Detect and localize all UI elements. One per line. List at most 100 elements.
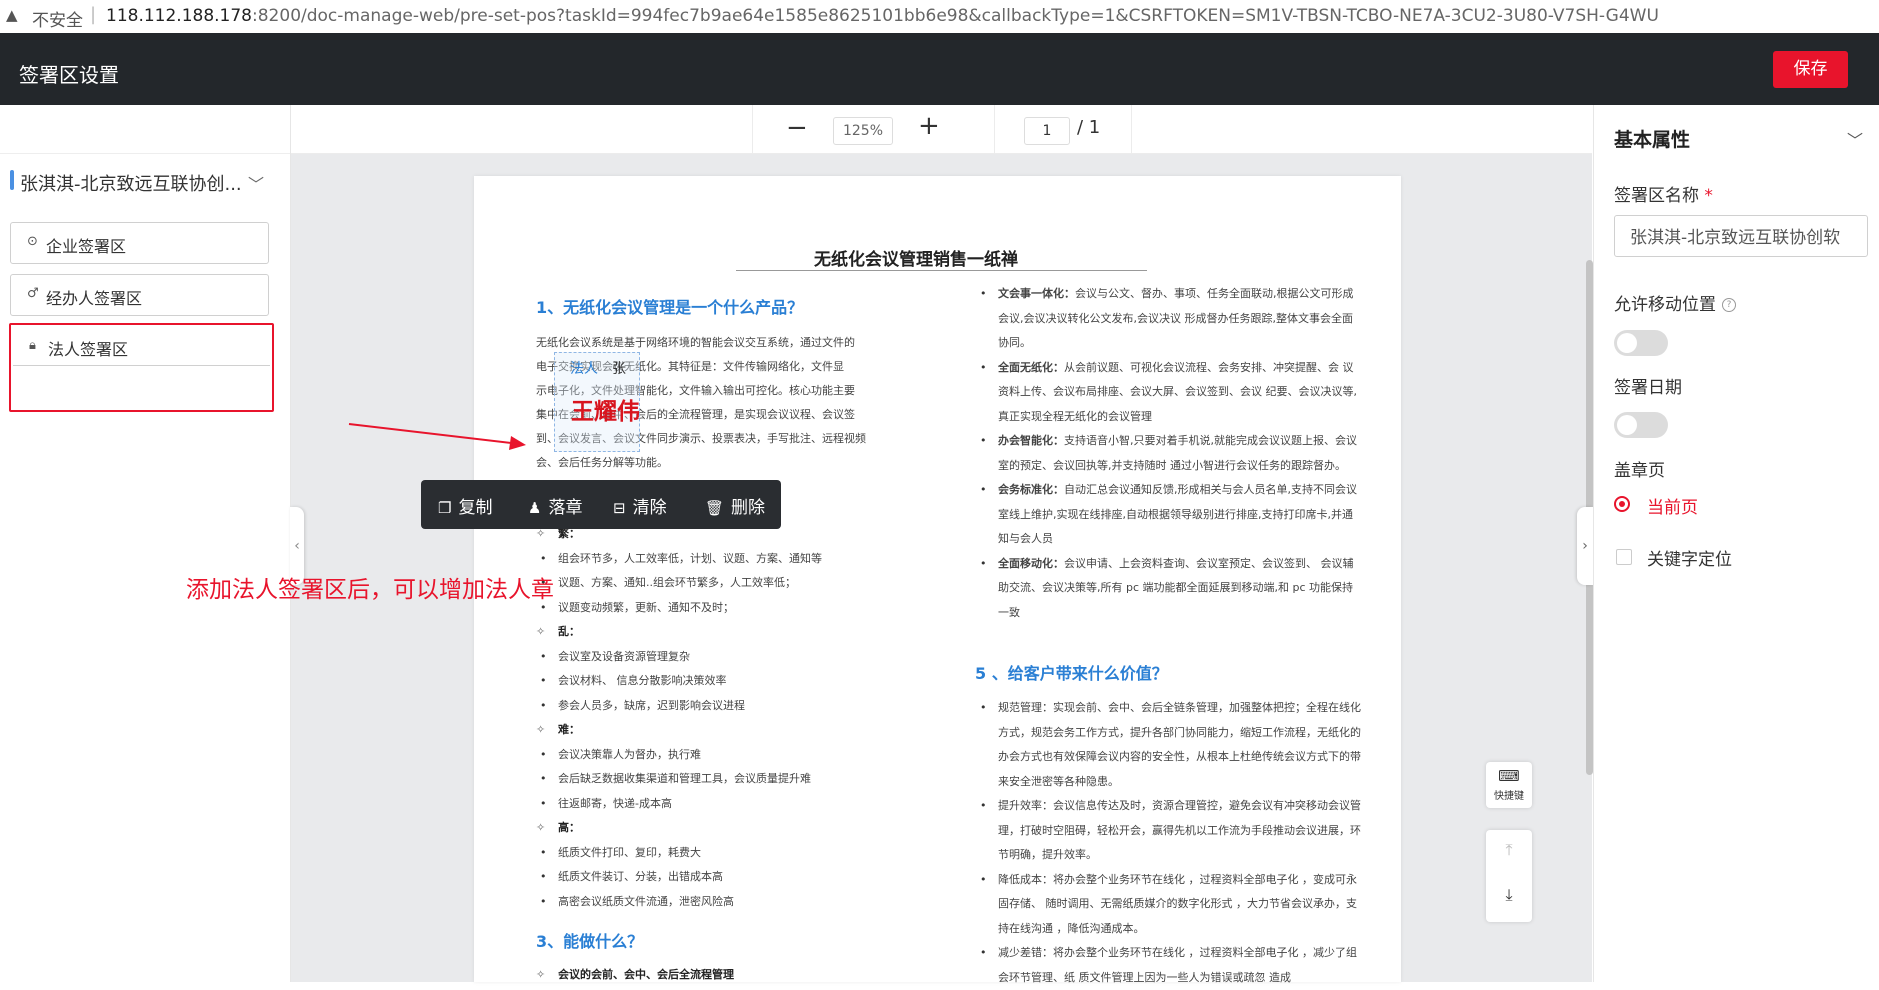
sign-date-toggle[interactable]	[1614, 412, 1668, 438]
list-item: 减少差错：将办会整个业务环节在线化 ，过程资料全部电子化 ，减少了组会环节管理、…	[976, 941, 1361, 990]
security-label: 不安全	[32, 11, 83, 31]
list-item: 高密会议纸质文件流通，泄密风险高	[536, 890, 916, 915]
list-item: 会议决策靠人为督办，执行难	[536, 743, 916, 768]
list-item: 降低成本：将办会整个业务环节在线化 ，过程资料全部电子化 ，变成可永固存储、 随…	[976, 868, 1361, 942]
annotation-text: 添加法人签署区后，可以增加法人章	[186, 577, 554, 603]
list-item-bold: 文会事一体化：	[998, 287, 1075, 300]
chevron-down-icon[interactable]: ﹀	[1847, 127, 1863, 151]
divider	[752, 105, 753, 153]
signature-area-label: 法人张	[570, 358, 626, 378]
scroll-bottom-icon[interactable]: ⤓	[1486, 885, 1532, 905]
zoom-level-input[interactable]: 125%	[833, 117, 893, 145]
list-item: 会后缺乏数据收集渠道和管理工具，会议质量提升难	[536, 767, 916, 792]
list-item: 往返邮寄，快递-成本高	[536, 792, 916, 817]
floating-tools: ⌨ 快捷键 ⤒ ⤓	[1486, 762, 1532, 924]
sign-area-name-field[interactable]	[1614, 215, 1868, 257]
shortcut-button[interactable]: ⌨ 快捷键	[1486, 762, 1532, 808]
clear-button[interactable]: ⊟ 清除	[613, 493, 667, 518]
viewer-toolbar: − 125% + 1 / 1	[291, 105, 1592, 154]
document-title: 无纸化会议管理销售一纸禅	[814, 250, 1018, 270]
help-icon[interactable]: ?	[1722, 298, 1736, 312]
divider	[994, 105, 995, 153]
page-title: 签署区设置	[19, 63, 119, 87]
list-item-text: 高密会议纸质文件流通，泄密风险高	[558, 894, 734, 908]
stamp-icon: ♟	[528, 499, 542, 517]
zoom-in-button[interactable]: +	[918, 111, 940, 141]
required-mark: *	[1704, 186, 1713, 206]
accent-bar	[10, 170, 14, 190]
list-item-text: 降低成本：将办会整个业务环节在线化 ，过程资料全部电子化 ，变成可永固存储、 随…	[998, 872, 1357, 935]
save-button[interactable]: 保存	[1773, 51, 1848, 88]
scroll-top-icon[interactable]: ⤒	[1486, 840, 1532, 860]
list-item: 参会人员多，缺席，迟到影响会议进程	[536, 694, 916, 719]
legal-sign-area-button[interactable]: 🔒︎ 法人签署区	[13, 329, 270, 366]
intro-line: 会、会后任务分解等功能。	[536, 456, 668, 469]
list-item-bold: 全面移动化：	[998, 556, 1064, 570]
properties-panel: 基本属性 ﹀ 签署区名称 * 允许移动位置? 签署日期 盖章页 当前页 关键字定…	[1593, 105, 1879, 982]
legal-sign-area-label: 法人签署区	[48, 340, 129, 359]
list-item-text: 往返邮寄，快递-成本高	[558, 796, 672, 810]
allow-move-label: 允许移动位置?	[1614, 290, 1736, 315]
document-select[interactable]: 张淇淇-北京致远互联协创... ﹀	[8, 165, 276, 197]
sign-area-name-text: 签署区名称	[1614, 186, 1699, 206]
collapse-right-panel-button[interactable]: ›	[1577, 507, 1593, 585]
copy-button[interactable]: ❐ 复制	[438, 493, 492, 518]
sign-area-name-input[interactable]	[1615, 216, 1867, 254]
signature-context-menu: ❐ 复制 ♟ 落章 ⊟ 清除 🗑︎ 删除	[421, 480, 781, 529]
stamp-page-label: 盖章页	[1614, 461, 1665, 481]
enterprise-sign-area-label: 企业签署区	[46, 237, 127, 256]
list-item: 全面无纸化：从会前议题、可视化会议流程、会务安排、冲突提醒、会 议资料上传、会议…	[976, 356, 1361, 430]
list-item-text: 议题、方案、通知..组会环节繁多，人工效率低；	[558, 576, 796, 589]
page-nav: ⤒ ⤓	[1486, 830, 1532, 922]
annotation-arrow	[348, 423, 526, 450]
list-item-text: 议题变动频繁，更新、通知不及时；	[558, 600, 734, 614]
divider	[0, 153, 290, 154]
list-item-text: 会议材料、 信息分散影响决策效率	[558, 674, 727, 687]
list-item-text: 会议决策靠人为督办，执行难	[558, 747, 701, 761]
handler-sign-area-button[interactable]: ♂ 经办人签署区	[10, 274, 269, 316]
page-number-input[interactable]: 1	[1024, 117, 1070, 145]
copy-label: 复制	[458, 498, 493, 518]
seal-icon: ⊙	[27, 234, 38, 249]
person-icon: ♂	[27, 286, 39, 301]
zoom-out-button[interactable]: −	[786, 113, 808, 143]
list-item-text: 规范管理：实现会前、会中、会后全链条管理，加强整体把控；全程在线化方式，规范会务…	[998, 701, 1361, 788]
browser-address-bar[interactable]: ▲ 不安全 | 118.112.188.178:8200/doc-manage-…	[0, 0, 1879, 34]
toggle-knob	[1617, 333, 1637, 353]
list-item: 提升效率：会议信息传达及时，资源合理管控，避免会议有冲突移动会议管理，打破时空阻…	[976, 794, 1361, 868]
allow-move-toggle[interactable]	[1614, 330, 1668, 356]
list-item-text: 纸质文件装订、分装，出错成本高	[558, 870, 723, 883]
address-separator: |	[90, 4, 97, 25]
page-total: / 1	[1077, 117, 1101, 138]
list-item: 规范管理：实现会前、会中、会后全链条管理，加强整体把控；全程在线化方式，规范会务…	[976, 696, 1361, 794]
list-item: 议题、方案、通知..组会环节繁多，人工效率低；	[536, 571, 916, 596]
keyboard-icon: ⌨	[1498, 767, 1520, 785]
url-text[interactable]: 118.112.188.178:8200/doc-manage-web/pre-…	[106, 6, 1659, 26]
section-title: 基本属性	[1614, 129, 1691, 151]
list-item-text: 减少差错：将办会整个业务环节在线化 ，过程资料全部电子化 ，减少了组会环节管理、…	[998, 946, 1357, 984]
trash-icon: 🗑︎	[705, 499, 725, 517]
enterprise-sign-area-button[interactable]: ⊙ 企业签署区	[10, 222, 269, 264]
legal-person-seal[interactable]: 王耀伟	[571, 392, 640, 426]
handler-sign-area-label: 经办人签署区	[46, 289, 143, 308]
current-page-radio[interactable]	[1614, 496, 1630, 512]
list-item: 议题变动频繁，更新、通知不及时；	[536, 596, 916, 621]
list-item-text: 会议室及设备资源管理复杂	[558, 649, 690, 663]
chevron-down-icon: ﹀	[248, 175, 265, 194]
stamp-button[interactable]: ♟ 落章	[528, 493, 582, 518]
list-item-text: 会后缺乏数据收集渠道和管理工具，会议质量提升难	[558, 772, 811, 785]
current-page-label[interactable]: 当前页	[1647, 493, 1698, 518]
document-name: 张淇淇-北京致远互联协创...	[20, 174, 242, 195]
delete-button[interactable]: 🗑︎ 删除	[705, 493, 765, 518]
shortcut-label: 快捷键	[1494, 791, 1524, 802]
section-heading-5: 5 、给客户带来什么价值？	[975, 664, 1168, 683]
keyword-locate-label[interactable]: 关键字定位	[1647, 545, 1732, 570]
list-item-bold: 办会智能化：	[998, 434, 1064, 447]
url-rest: :8200/doc-manage-web/pre-set-pos?taskId=…	[252, 6, 1659, 26]
left-panel: 张淇淇-北京致远互联协创... ﹀ ⊙ 企业签署区 ♂ 经办人签署区 🔒︎ 法人…	[0, 105, 291, 982]
keyword-locate-checkbox[interactable]	[1616, 549, 1632, 565]
sig-name-partial: 张	[612, 361, 626, 377]
list-item-bold: 全面无纸化：	[998, 360, 1064, 374]
list-item: 全面移动化：会议申请、上会资料查询、会议室预定、会议签到、 会议辅助交流、会议决…	[976, 552, 1361, 626]
list-item: 办会智能化：支持语音小智,只要对着手机说,就能完成会议议题上报、会议室的预定、会…	[976, 429, 1361, 478]
